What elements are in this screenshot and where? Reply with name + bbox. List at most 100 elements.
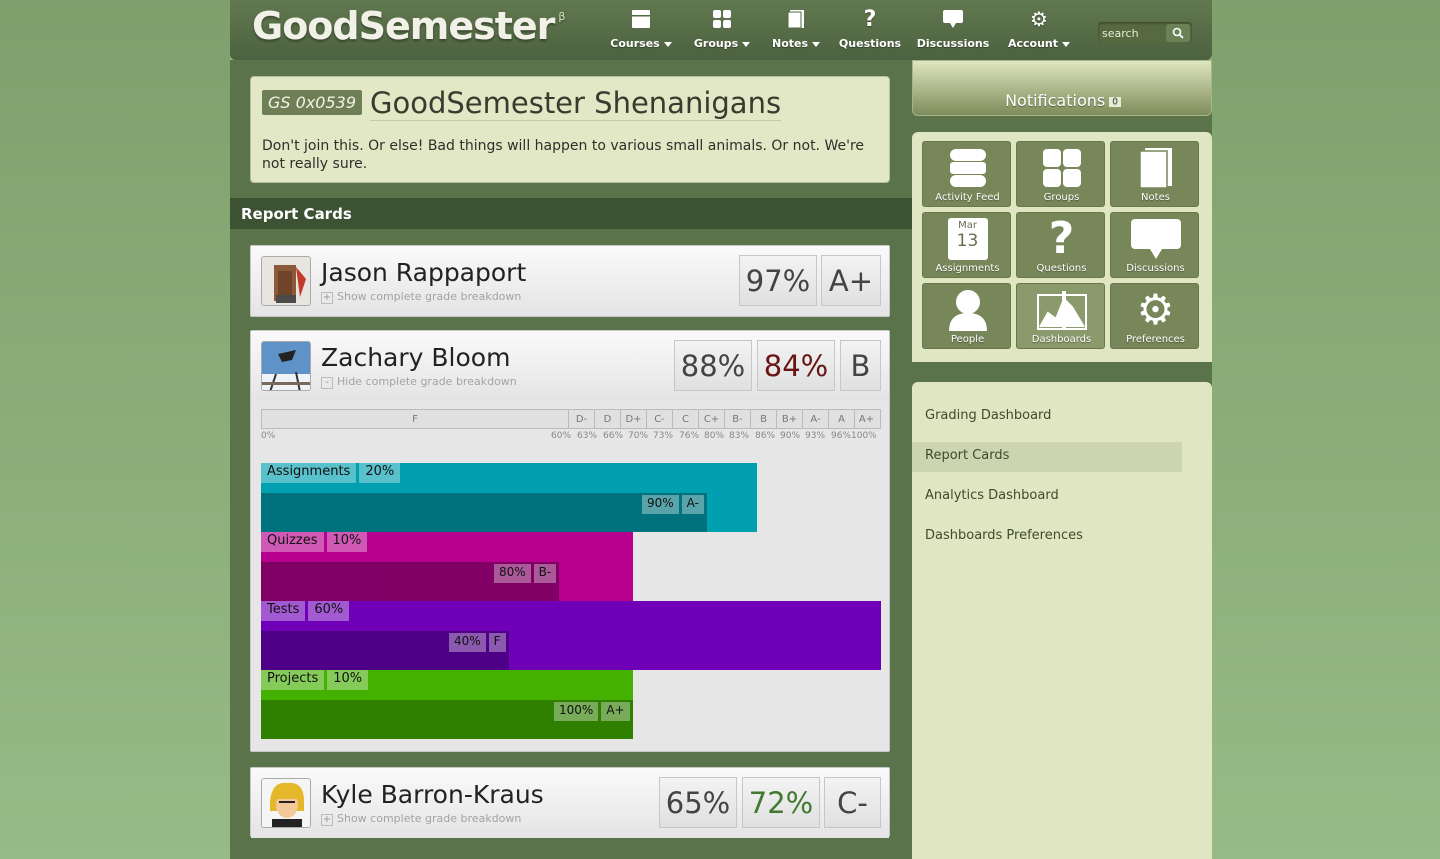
top-bar: GoodSemester β Courses Groups Notes ? Que… [230,0,1212,60]
report-card: Kyle Barron-Kraus + Show complete grade b… [250,767,890,838]
chevron-down-icon [812,41,821,47]
student-name: Kyle Barron-Kraus [321,780,544,809]
scale-tick-label: 60% [551,431,572,441]
main-content: GS 0x0539 GoodSemester Shenanigans Don't… [230,60,912,859]
menu-report-cards[interactable]: Report Cards [912,442,1182,472]
nav-account[interactable]: ⚙ Account [996,6,1082,56]
menu-dashboards-preferences[interactable]: Dashboards Preferences [912,522,1182,552]
breakdown-toggle-label: Hide complete grade breakdown [337,375,517,388]
tile-preferences[interactable]: ⚙ Preferences [1110,283,1199,349]
tile-notes[interactable]: Notes [1110,141,1199,207]
breakdown-toggle-label: Show complete grade breakdown [337,290,522,303]
group-id-badge: GS 0x0539 [262,90,363,115]
grade-letter: C- [824,777,881,828]
category-score: 90% [642,495,679,514]
avatar[interactable] [261,341,311,391]
category-weight: 10% [327,670,369,690]
nav-questions[interactable]: ? Questions [830,6,910,56]
expand-icon: + [321,814,333,826]
menu-analytics-dashboard[interactable]: Analytics Dashboard [912,482,1182,512]
group-description: Don't join this. Or else! Bad things wil… [262,138,865,172]
category-grade: F [488,633,506,652]
section-title: Report Cards [230,198,912,229]
tile-dashboards[interactable]: Dashboards [1016,283,1105,349]
groups-icon [713,10,731,28]
grade-percent: 97% [739,255,817,306]
logo[interactable]: GoodSemester β [252,4,565,48]
gear-icon: ⚙ [1030,7,1048,31]
tile-questions[interactable]: ? Questions [1016,212,1105,278]
category-projects: Projects 10% 100% A+ [261,670,881,739]
nav-groups[interactable]: Groups [682,6,762,56]
tile-assignments[interactable]: Mar 13 Assignments [922,212,1011,278]
page-background-left [0,0,230,859]
collapse-icon: - [321,377,333,389]
search-input[interactable] [1102,24,1164,42]
grade-letter: B [840,340,881,391]
search-button[interactable] [1166,24,1190,42]
avatar[interactable] [261,778,311,828]
notifications-panel[interactable]: Notifications 0 [912,60,1212,116]
category-label: Assignments 20% [261,463,403,483]
calendar-icon: Mar 13 [947,218,988,260]
grade-percent: 88% [674,340,752,391]
discussion-icon [1130,219,1181,259]
nav-account-label: Account [1007,37,1059,50]
menu-grading-dashboard[interactable]: Grading Dashboard [912,402,1182,432]
scale-segment: D- [568,410,594,428]
category-grade: A+ [601,702,630,721]
nav-discussions[interactable]: Discussions [910,6,996,56]
nav-discussions-label: Discussions [916,37,990,50]
breakdown-toggle-label: Show complete grade breakdown [337,812,522,825]
category-label: Projects 10% [261,670,371,690]
scale-segment: F [412,413,418,425]
category-score: 100% [554,702,599,721]
avatar[interactable] [261,256,311,306]
tile-label: Assignments [935,263,1000,274]
scale-segment: B [750,410,776,428]
tile-discussions[interactable]: Discussions [1110,212,1199,278]
scale-segment: C [672,410,698,428]
courses-icon [632,10,650,28]
gear-icon: ⚙ [1136,285,1175,334]
grade-percent: 65% [659,777,737,828]
group-title[interactable]: GoodSemester Shenanigans [370,86,782,121]
scale-segment: C- [646,410,672,428]
tile-label: Dashboards [1031,334,1092,345]
report-card-header: Jason Rappaport + Show complete grade bre… [251,246,889,316]
scale-segment: C+ [698,410,724,428]
notifications-count: 0 [1109,96,1121,107]
tile-activity-feed[interactable]: Activity Feed [922,141,1011,207]
scale-segment: A- [802,410,828,428]
category-label: Tests 60% [261,601,352,621]
scale-segment: D+ [620,410,646,428]
category-score: 80% [494,564,531,583]
tile-people[interactable]: People [922,283,1011,349]
chevron-down-icon [1062,41,1071,47]
nav-notes[interactable]: Notes [762,6,830,56]
grade-scale: F D- D D+ C- C C+ B- B B+ A- A A+ [261,409,881,429]
scale-segment: B- [724,410,750,428]
notifications-label: Notifications [1005,91,1106,110]
scale-tick-label: 70% [628,431,649,441]
logo-beta: β [558,10,565,23]
grade-scale-percents: 0% 60% 63% 66% 70% 73% 76% 80% 83% 86% 90% 93% 96% 10… [261,431,881,443]
category-name: Tests [261,601,306,621]
breakdown-toggle[interactable]: + Show complete grade breakdown [321,290,521,304]
category-name: Quizzes [261,532,324,552]
breakdown-toggle[interactable]: - Hide complete grade breakdown [321,375,517,389]
scale-tick-label: 83% [729,431,750,441]
report-card-header: Kyle Barron-Kraus + Show complete grade b… [251,768,889,838]
nav-courses[interactable]: Courses [600,6,682,56]
tile-label: People [950,334,985,345]
tile-groups[interactable]: Groups [1016,141,1105,207]
activity-feed-icon [949,149,986,187]
calendar-month: Mar [958,220,977,231]
student-name: Zachary Bloom [321,343,511,372]
tile-label: Activity Feed [935,192,1000,203]
breakdown-toggle[interactable]: + Show complete grade breakdown [321,812,521,826]
category-grade: A- [681,495,704,514]
search-box [1098,22,1192,44]
nav-courses-label: Courses [610,37,660,50]
category-score-tags: 100% A+ [554,702,633,721]
